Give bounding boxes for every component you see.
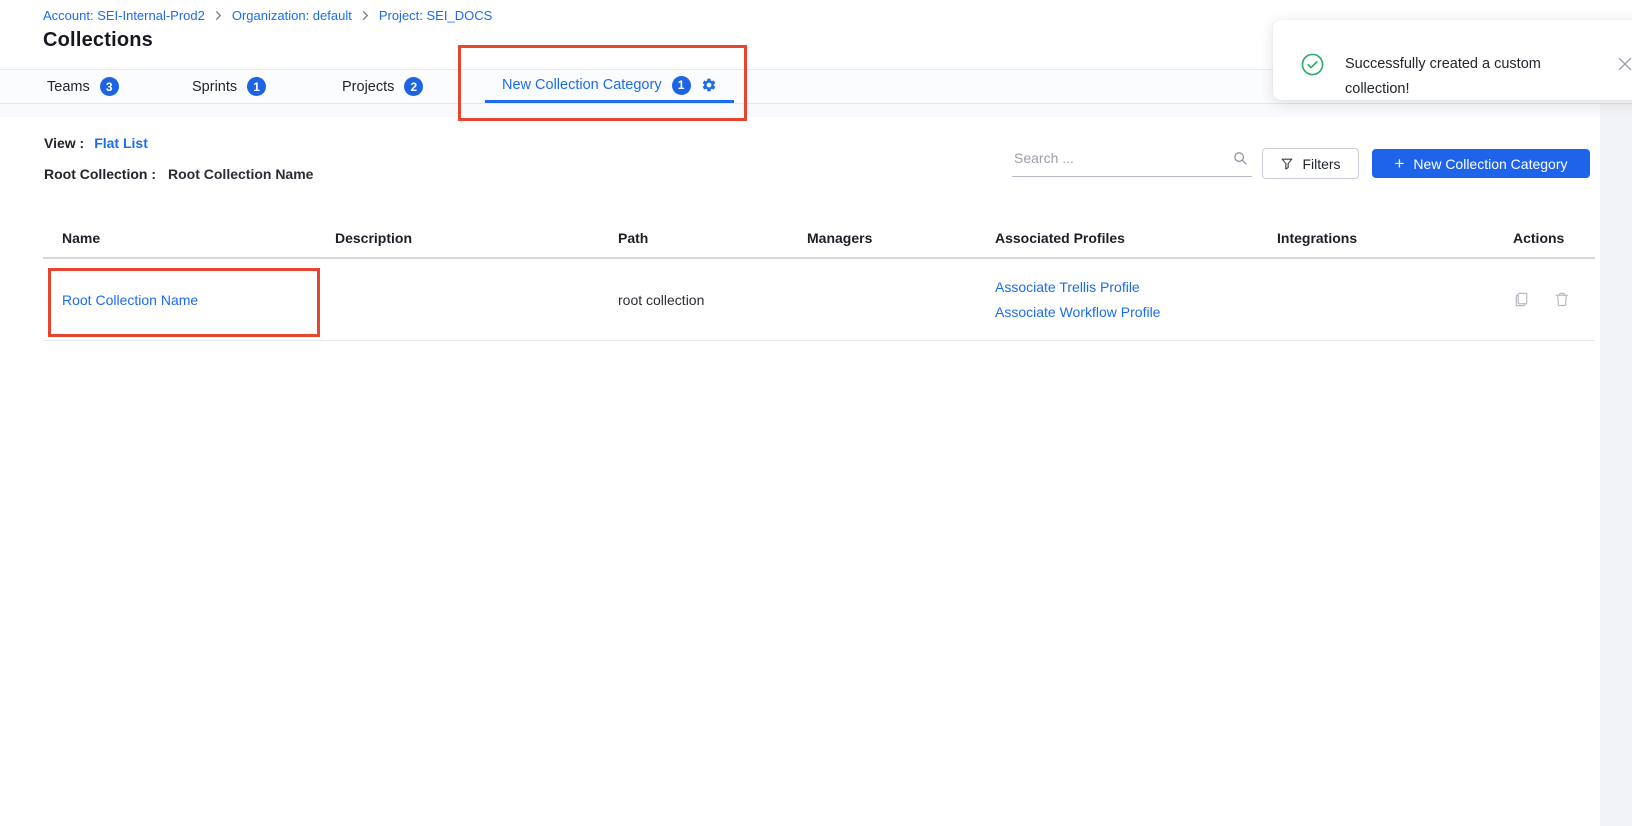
search-box xyxy=(1012,146,1252,177)
tab-count-badge: 1 xyxy=(672,76,691,95)
view-label: View : xyxy=(44,135,84,151)
copy-icon xyxy=(1513,291,1530,308)
column-header-managers: Managers xyxy=(807,230,995,246)
filters-button-label: Filters xyxy=(1302,156,1340,172)
flat-list-link[interactable]: Flat List xyxy=(94,135,148,151)
column-header-actions: Actions xyxy=(1513,230,1595,246)
success-check-icon xyxy=(1301,53,1324,76)
cell-associated-profiles: Associate Trellis Profile Associate Work… xyxy=(995,279,1277,320)
chevron-right-icon xyxy=(361,11,370,20)
filters-button[interactable]: Filters xyxy=(1262,148,1359,179)
tab-label: New Collection Category xyxy=(502,77,662,93)
collection-name-link[interactable]: Root Collection Name xyxy=(62,292,198,308)
table-row: Root Collection Name root collection Ass… xyxy=(43,259,1595,341)
tab-label: Sprints xyxy=(192,79,237,95)
copy-button[interactable] xyxy=(1513,291,1530,308)
new-collection-category-button[interactable]: + New Collection Category xyxy=(1372,149,1590,178)
column-header-name: Name xyxy=(43,230,335,246)
page-title: Collections xyxy=(43,29,153,52)
new-collection-category-button-label: New Collection Category xyxy=(1413,156,1567,172)
root-collection-row: Root Collection : Root Collection Name xyxy=(44,166,313,182)
breadcrumb-org-link[interactable]: Organization: default xyxy=(232,8,352,23)
table-header-row: Name Description Path Managers Associate… xyxy=(43,218,1595,259)
filter-icon xyxy=(1280,157,1294,171)
tab-teams[interactable]: Teams 3 xyxy=(47,70,119,103)
toast-message: Successfully created a custom collection… xyxy=(1345,52,1567,102)
root-collection-label: Root Collection : xyxy=(44,166,156,182)
right-gutter xyxy=(1600,104,1632,826)
trash-icon xyxy=(1554,291,1570,308)
column-header-associated-profiles: Associated Profiles xyxy=(995,230,1277,246)
cell-actions xyxy=(1513,291,1595,308)
success-toast: Successfully created a custom collection… xyxy=(1273,20,1632,100)
search-input[interactable] xyxy=(1012,150,1233,172)
tab-label: Projects xyxy=(342,79,394,95)
content-top-band xyxy=(0,104,1632,117)
cell-name: Root Collection Name xyxy=(43,292,335,308)
tab-count-badge: 2 xyxy=(404,77,423,96)
tab-label: Teams xyxy=(47,79,90,95)
search-icon xyxy=(1233,151,1248,166)
close-icon[interactable] xyxy=(1618,57,1632,71)
column-header-path: Path xyxy=(618,230,807,246)
associate-workflow-profile-link[interactable]: Associate Workflow Profile xyxy=(995,304,1277,320)
associate-trellis-profile-link[interactable]: Associate Trellis Profile xyxy=(995,279,1277,295)
column-header-description: Description xyxy=(335,230,618,246)
view-selector-row: View : Flat List xyxy=(44,135,148,151)
tab-sprints[interactable]: Sprints 1 xyxy=(192,70,266,103)
tab-projects[interactable]: Projects 2 xyxy=(342,70,423,103)
tab-new-collection-category[interactable]: New Collection Category 1 xyxy=(485,70,734,103)
gear-icon[interactable] xyxy=(701,77,717,93)
delete-button[interactable] xyxy=(1554,291,1570,308)
column-header-integrations: Integrations xyxy=(1277,230,1513,246)
plus-icon: + xyxy=(1394,155,1404,172)
collections-table: Name Description Path Managers Associate… xyxy=(43,218,1595,341)
tab-count-badge: 1 xyxy=(247,77,266,96)
chevron-right-icon xyxy=(214,11,223,20)
breadcrumb-project-link[interactable]: Project: SEI_DOCS xyxy=(379,8,492,23)
breadcrumb: Account: SEI-Internal-Prod2 Organization… xyxy=(43,8,492,23)
breadcrumb-account-link[interactable]: Account: SEI-Internal-Prod2 xyxy=(43,8,205,23)
root-collection-value: Root Collection Name xyxy=(168,166,313,182)
cell-path: root collection xyxy=(618,292,807,308)
tab-count-badge: 3 xyxy=(100,77,119,96)
